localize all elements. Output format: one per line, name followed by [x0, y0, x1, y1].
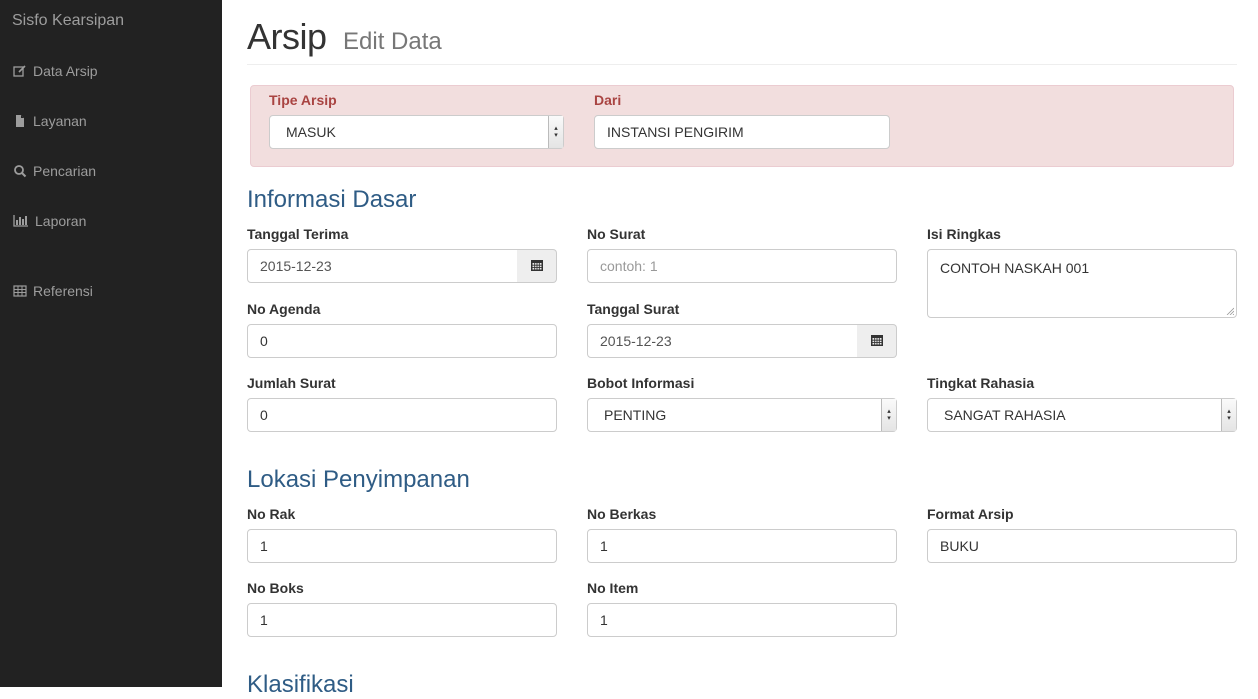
tanggal-terima-field[interactable]: 2015-12-23: [247, 249, 518, 283]
tingkat-rahasia-label: Tingkat Rahasia: [927, 375, 1035, 391]
no-rak-field[interactable]: 1: [247, 529, 557, 563]
isi-ringkas-textarea[interactable]: CONTOH NASKAH 001: [927, 249, 1237, 318]
tanggal-terima-label: Tanggal Terima: [247, 226, 349, 242]
no-surat-field[interactable]: contoh: 1: [587, 249, 897, 283]
chevron-down-icon: ▴ ▾: [1221, 399, 1236, 431]
table-icon: [13, 284, 27, 298]
sidebar-item-data-arsip[interactable]: Data Arsip: [13, 61, 98, 81]
no-agenda-label: No Agenda: [247, 301, 321, 317]
section-klasifikasi: Klasifikasi: [247, 671, 354, 698]
no-boks-label: No Boks: [247, 580, 304, 596]
sidebar-item-label: Laporan: [35, 213, 87, 229]
tanggal-surat-field[interactable]: 2015-12-23: [587, 324, 858, 358]
tipe-arsip-value: MASUK: [286, 124, 336, 140]
no-item-value: 1: [600, 612, 608, 628]
no-item-field[interactable]: 1: [587, 603, 897, 637]
sidebar: Sisfo Kearsipan Data Arsip Layanan Penca…: [0, 0, 222, 687]
resize-handle-icon[interactable]: [1226, 307, 1234, 315]
tanggal-surat-label: Tanggal Surat: [587, 301, 680, 317]
bobot-informasi-label: Bobot Informasi: [587, 375, 695, 391]
jumlah-surat-label: Jumlah Surat: [247, 375, 336, 391]
page-title: Arsip: [247, 16, 327, 57]
sidebar-item-layanan[interactable]: Layanan: [13, 111, 87, 131]
search-icon: [13, 164, 27, 178]
calendar-icon: [870, 333, 884, 350]
tipe-arsip-label: Tipe Arsip: [269, 92, 337, 108]
section-lokasi-penyimpanan: Lokasi Penyimpanan: [247, 466, 470, 493]
chevron-down-icon: ▴ ▾: [881, 399, 896, 431]
page-subtitle: Edit Data: [343, 28, 442, 55]
tingkat-rahasia-select[interactable]: SANGAT RAHASIA ▴ ▾: [927, 398, 1237, 432]
bobot-informasi-select[interactable]: PENTING ▴ ▾: [587, 398, 897, 432]
dari-value: INSTANSI PENGIRIM: [607, 124, 744, 140]
no-item-label: No Item: [587, 580, 639, 596]
no-boks-field[interactable]: 1: [247, 603, 557, 637]
file-icon: [13, 114, 27, 128]
section-informasi-dasar: Informasi Dasar: [247, 186, 417, 213]
no-agenda-field[interactable]: 0: [247, 324, 557, 358]
chevron-down-icon: ▴ ▾: [548, 116, 563, 148]
no-rak-label: No Rak: [247, 506, 296, 522]
no-surat-placeholder: contoh: 1: [600, 258, 658, 274]
tipe-arsip-panel: Tipe Arsip MASUK ▴ ▾ Dari INSTANSI PENGIR…: [250, 85, 1234, 167]
calendar-button[interactable]: [517, 249, 557, 283]
isi-ringkas-value: CONTOH NASKAH 001: [940, 260, 1090, 276]
no-boks-value: 1: [260, 612, 268, 628]
sidebar-item-pencarian[interactable]: Pencarian: [13, 161, 96, 181]
sidebar-item-referensi[interactable]: Referensi: [13, 281, 93, 301]
sidebar-item-label: Pencarian: [33, 163, 97, 179]
calendar-icon: [530, 258, 544, 275]
no-berkas-label: No Berkas: [587, 506, 657, 522]
sidebar-item-laporan[interactable]: Laporan: [13, 211, 86, 231]
brand-title[interactable]: Sisfo Kearsipan: [12, 12, 124, 30]
format-arsip-value: BUKU: [940, 538, 979, 554]
sidebar-item-label: Data Arsip: [33, 63, 98, 79]
jumlah-surat-value: 0: [260, 407, 268, 423]
format-arsip-label: Format Arsip: [927, 506, 1014, 522]
edit-icon: [13, 64, 27, 78]
tingkat-rahasia-value: SANGAT RAHASIA: [944, 407, 1066, 423]
tanggal-terima-value: 2015-12-23: [260, 258, 332, 274]
no-agenda-value: 0: [260, 333, 268, 349]
bobot-informasi-value: PENTING: [604, 407, 667, 423]
page-header: Arsip Edit Data: [247, 14, 1237, 65]
tipe-arsip-select[interactable]: MASUK ▴ ▾: [269, 115, 564, 149]
no-rak-value: 1: [260, 538, 268, 554]
tanggal-surat-value: 2015-12-23: [600, 333, 672, 349]
sidebar-item-label: Layanan: [33, 113, 87, 129]
calendar-button[interactable]: [857, 324, 897, 358]
no-surat-label: No Surat: [587, 226, 646, 242]
jumlah-surat-field[interactable]: 0: [247, 398, 557, 432]
dari-field[interactable]: INSTANSI PENGIRIM: [594, 115, 890, 149]
main-content: Arsip Edit Data Tipe Arsip MASUK ▴ ▾ Dari…: [247, 0, 1237, 698]
no-berkas-field[interactable]: 1: [587, 529, 897, 563]
isi-ringkas-label: Isi Ringkas: [927, 226, 1001, 242]
sidebar-item-label: Referensi: [33, 283, 93, 299]
no-berkas-value: 1: [600, 538, 608, 554]
format-arsip-field[interactable]: BUKU: [927, 529, 1237, 563]
dari-label: Dari: [594, 92, 622, 108]
chart-icon: [13, 214, 29, 228]
